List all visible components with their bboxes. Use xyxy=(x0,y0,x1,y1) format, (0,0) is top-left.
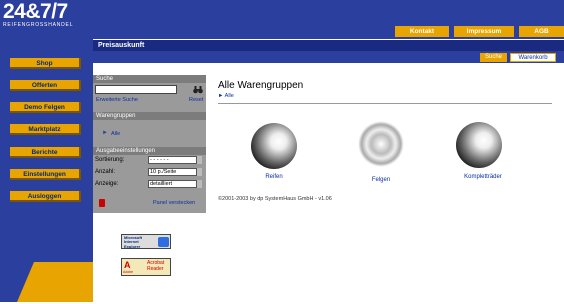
agb-link[interactable]: AGB xyxy=(519,26,564,37)
reader-label: Reader xyxy=(147,266,164,272)
count-select[interactable]: 10 p./Seite xyxy=(148,168,197,176)
search-input[interactable] xyxy=(95,85,177,94)
tab-suche[interactable]: Suche xyxy=(480,53,507,62)
nav-demo-felgen[interactable]: Demo Felgen xyxy=(10,102,81,113)
settings-heading: Ausgabeeinstellungen xyxy=(93,147,206,155)
copyright: ©2001-2003 by dp SystemHaus GmbH - v1.06 xyxy=(218,196,332,202)
count-label: Anzahl: xyxy=(95,169,116,175)
tyre-image[interactable] xyxy=(251,123,297,169)
view-select[interactable]: detailliert xyxy=(148,180,197,188)
arrow-icon: ► xyxy=(102,130,108,136)
logo[interactable]: 24&7/7 xyxy=(3,1,68,22)
search-panel xyxy=(93,75,206,213)
breadcrumb-all[interactable]: Alle xyxy=(225,93,234,99)
item-reifen[interactable]: Reifen xyxy=(256,174,292,180)
wheel-image[interactable] xyxy=(456,122,502,168)
section-title: Preisauskunft xyxy=(93,40,564,51)
reset-link[interactable]: Reset xyxy=(189,97,203,103)
group-all-link[interactable]: Alle xyxy=(111,131,120,137)
divider xyxy=(218,103,552,104)
binoculars-icon[interactable] xyxy=(193,85,203,94)
adobe-label: Adobe xyxy=(123,270,134,274)
nav-berichte[interactable]: Berichte xyxy=(10,147,81,158)
item-felgen[interactable]: Felgen xyxy=(363,177,399,183)
nav-marktplatz[interactable]: Marktplatz xyxy=(10,124,81,135)
hide-panel-link[interactable]: Panel verstecken xyxy=(153,200,195,206)
sidebar-decoration xyxy=(0,262,93,302)
view-label: Anzeige: xyxy=(95,181,119,187)
ie-badge-line3: Explorer xyxy=(124,243,141,249)
nav-offerten[interactable]: Offerten xyxy=(10,80,81,91)
page-title: Alle Warengruppen xyxy=(218,80,304,91)
impressum-link[interactable]: Impressum xyxy=(454,26,514,37)
kontakt-link[interactable]: Kontakt xyxy=(395,26,449,37)
tab-warenkorb[interactable]: Warenkorb xyxy=(510,53,556,62)
ie-icon xyxy=(158,237,169,247)
breadcrumb[interactable]: ► Alle xyxy=(218,93,234,99)
adobe-logo-icon: A xyxy=(124,260,131,270)
item-komplettraeder[interactable]: Kompletträder xyxy=(462,174,504,180)
search-heading: Suche xyxy=(93,75,206,83)
chevron-down-icon[interactable] xyxy=(196,156,202,164)
chevron-down-icon[interactable] xyxy=(196,168,202,176)
advanced-search-link[interactable]: Erweiterte Suche xyxy=(96,97,138,103)
bookmark-icon xyxy=(99,199,105,207)
chevron-down-icon[interactable] xyxy=(196,180,202,188)
nav-ausloggen[interactable]: Ausloggen xyxy=(10,191,81,202)
groups-heading: Warengruppen xyxy=(93,112,206,120)
sort-select[interactable]: - - - - - - xyxy=(148,156,197,164)
logo-subtitle: REIFENGROSSHANDEL xyxy=(3,22,74,28)
rim-image[interactable] xyxy=(358,121,404,167)
sort-label: Sortierung: xyxy=(95,157,125,163)
nav-einstellungen[interactable]: Einstellungen xyxy=(10,169,81,180)
nav-shop[interactable]: Shop xyxy=(10,58,81,69)
